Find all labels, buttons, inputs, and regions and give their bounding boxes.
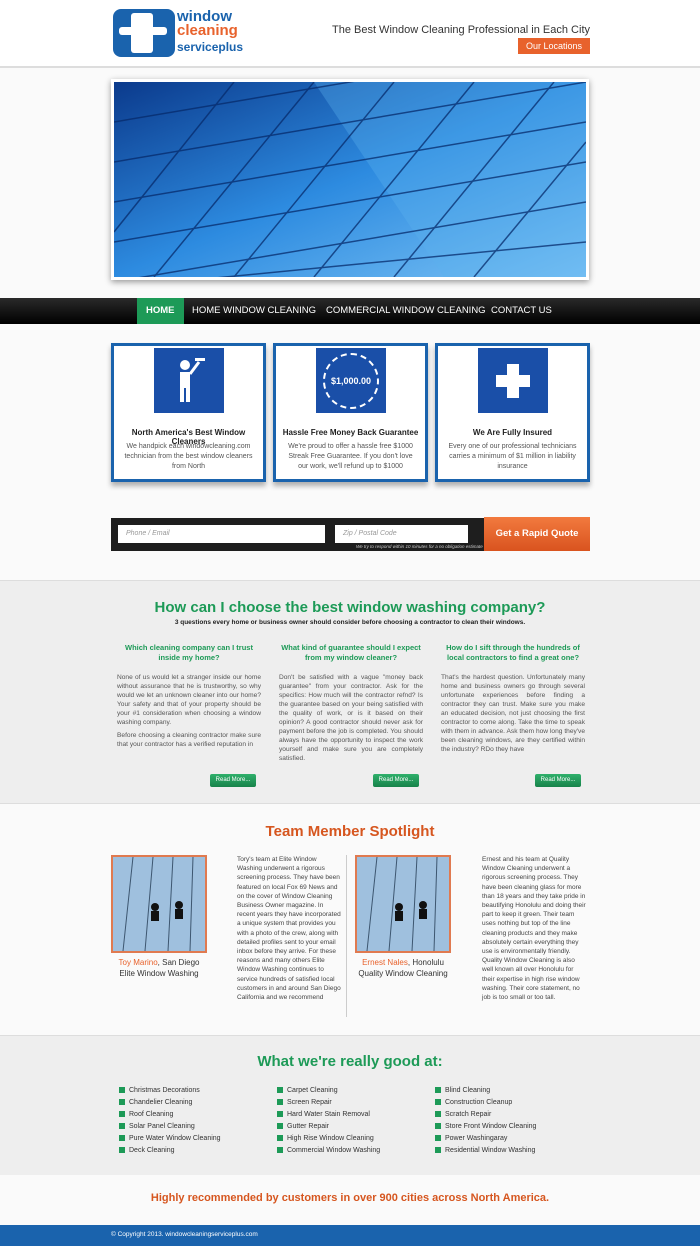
- member-name[interactable]: Ernest Nales: [362, 958, 408, 967]
- faq-section: How can I choose the best window washing…: [0, 580, 700, 804]
- main-nav: HOME HOME WINDOW CLEANING COMMERCIAL WIN…: [0, 298, 700, 324]
- member-bio: Tory's team at Elite Window Washing unde…: [237, 856, 341, 1002]
- faq-answer-cont: Before choosing a cleaning contractor ma…: [117, 732, 261, 748]
- site-header: window cleaning serviceplus The Best Win…: [0, 0, 700, 68]
- team-photo: [111, 855, 207, 953]
- window-cleaner-icon: [154, 348, 224, 413]
- service-item: Store Front Window Cleaning: [435, 1121, 590, 1133]
- team-caption: Toy Marino, San Diego Elite Window Washi…: [104, 957, 214, 979]
- header-tagline: The Best Window Cleaning Professional in…: [331, 24, 590, 36]
- zip-code-input[interactable]: Zip / Postal Code: [335, 525, 468, 543]
- read-more-button[interactable]: Read More...: [210, 774, 256, 787]
- services-list: Carpet Cleaning Screen Repair Hard Water…: [277, 1085, 432, 1157]
- service-item: Scratch Repair: [435, 1109, 590, 1121]
- guarantee-seal-icon: $1,000.00: [316, 348, 386, 413]
- our-locations-button[interactable]: Our Locations: [517, 38, 590, 54]
- service-item: Blind Cleaning: [435, 1085, 590, 1097]
- feature-insured: We Are Fully Insured Every one of our pr…: [435, 343, 590, 482]
- feature-text: We're proud to offer a hassle free $1000…: [288, 443, 413, 470]
- member-company: Quality Window Cleaning: [358, 969, 448, 978]
- faq-question: Which cleaning company can I trust insid…: [125, 643, 253, 662]
- member-company: Elite Window Washing: [119, 969, 199, 978]
- guarantee-badge: $1,000.00: [323, 352, 379, 409]
- phone-email-input[interactable]: Phone / Email: [118, 525, 325, 543]
- read-more-button[interactable]: Read More...: [373, 774, 419, 787]
- service-item: Deck Cleaning: [119, 1145, 274, 1157]
- service-item: Christmas Decorations: [119, 1085, 274, 1097]
- team-title: Team Member Spotlight: [265, 823, 435, 840]
- faq-subtitle: 3 questions every home or business owner…: [174, 619, 526, 626]
- feature-text: Every one of our professional technician…: [448, 443, 577, 470]
- member-name[interactable]: Toy Marino: [119, 958, 158, 967]
- service-item: Commercial Window Washing: [277, 1145, 432, 1157]
- member-bio: Ernest and his team at Quality Window Cl…: [482, 856, 586, 1002]
- nav-contact-us[interactable]: CONTACT US: [482, 298, 561, 324]
- faq-answer: Don't be satisfied with a vague "money b…: [279, 674, 423, 762]
- feature-best-cleaners: North America's Best Window Cleaners We …: [111, 343, 266, 482]
- logo-text-cleaning: cleaning: [177, 22, 238, 39]
- feature-title: Hassle Free Money Back Guarantee: [282, 428, 419, 437]
- service-item: Pure Water Window Cleaning: [119, 1133, 274, 1145]
- member-city: , San Diego: [157, 958, 200, 967]
- service-item: Hard Water Stain Removal: [277, 1109, 432, 1121]
- services-list: Blind Cleaning Construction Cleanup Scra…: [435, 1085, 590, 1157]
- service-item: Construction Cleanup: [435, 1097, 590, 1109]
- hero-image: [111, 79, 589, 280]
- logo-mark-icon: [113, 9, 175, 57]
- faq-title: How can I choose the best window washing…: [154, 599, 546, 616]
- site-logo[interactable]: window cleaning serviceplus: [113, 9, 243, 57]
- team-caption: Ernest Nales, Honolulu Quality Window Cl…: [348, 957, 458, 979]
- services-section: What we're really good at: Christmas Dec…: [0, 1035, 700, 1175]
- faq-column: What kind of guarantee should I expect f…: [279, 643, 423, 763]
- copyright-text: © Copyright 2013. windowcleaningservicep…: [111, 1231, 258, 1238]
- service-item: Chandelier Cleaning: [119, 1097, 274, 1109]
- feature-guarantee: $1,000.00 Hassle Free Money Back Guarant…: [273, 343, 428, 482]
- read-more-button[interactable]: Read More...: [535, 774, 581, 787]
- service-item: Roof Cleaning: [119, 1109, 274, 1121]
- quote-note: We try to respond within 10 minutes for …: [356, 544, 483, 549]
- service-item: High Rise Window Cleaning: [277, 1133, 432, 1145]
- nav-commercial-window-cleaning[interactable]: COMMERCIAL WINDOW CLEANING: [317, 298, 495, 324]
- get-quote-button[interactable]: Get a Rapid Quote: [484, 517, 590, 551]
- faq-question: How do I sift through the hundreds of lo…: [446, 643, 580, 662]
- faq-answer: None of us would let a stranger inside o…: [117, 674, 261, 726]
- recommendation-text: Highly recommended by customers in over …: [150, 1192, 550, 1204]
- service-item: Screen Repair: [277, 1097, 432, 1109]
- nav-home[interactable]: HOME: [137, 298, 184, 324]
- service-item: Power Washingaray: [435, 1133, 590, 1145]
- faq-question: What kind of guarantee should I expect f…: [281, 643, 421, 662]
- feature-text: We handpick each windowcleaning.com tech…: [124, 443, 253, 470]
- medical-cross-icon: [478, 348, 548, 413]
- site-footer: © Copyright 2013. windowcleaningservicep…: [0, 1225, 700, 1246]
- logo-text-serviceplus: serviceplus: [177, 40, 244, 54]
- member-city: , Honolulu: [407, 958, 444, 967]
- services-title: What we're really good at:: [257, 1053, 443, 1070]
- services-list: Christmas Decorations Chandelier Cleanin…: [119, 1085, 274, 1157]
- nav-home-window-cleaning[interactable]: HOME WINDOW CLEANING: [183, 298, 325, 324]
- faq-column: How do I sift through the hundreds of lo…: [441, 643, 585, 754]
- service-item: Gutter Repair: [277, 1121, 432, 1133]
- service-item: Carpet Cleaning: [277, 1085, 432, 1097]
- team-photo: [355, 855, 451, 953]
- faq-column: Which cleaning company can I trust insid…: [117, 643, 261, 749]
- quote-form: Phone / Email Zip / Postal Code Get a Ra…: [111, 517, 590, 551]
- service-item: Residential Window Washing: [435, 1145, 590, 1157]
- faq-answer: That's the hardest question. Unfortunate…: [441, 674, 585, 753]
- service-item: Solar Panel Cleaning: [119, 1121, 274, 1133]
- feature-title: We Are Fully Insured: [472, 428, 553, 437]
- divider: [346, 855, 347, 1017]
